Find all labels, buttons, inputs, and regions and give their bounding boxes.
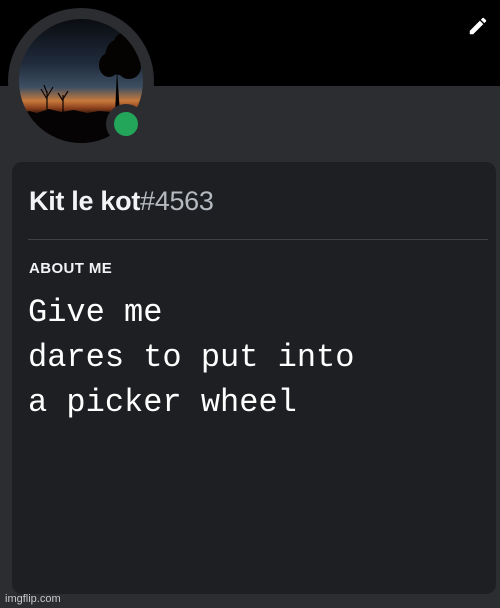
watermark: imgflip.com — [5, 593, 61, 605]
pencil-icon — [469, 17, 487, 35]
edit-profile-button[interactable] — [464, 12, 492, 40]
about-me-text: Give me dares to put into a picker wheel — [28, 294, 355, 421]
bottom-bar — [0, 594, 500, 608]
divider — [28, 239, 488, 240]
online-status-icon — [114, 112, 138, 136]
profile-card: Kit le kot#4563 ABOUT ME Give me dares t… — [12, 162, 496, 594]
discriminator: #4563 — [140, 186, 214, 216]
username: Kit le kot — [29, 186, 141, 216]
about-me-heading: ABOUT ME — [29, 260, 113, 277]
username-line: Kit le kot#4563 — [29, 186, 214, 217]
